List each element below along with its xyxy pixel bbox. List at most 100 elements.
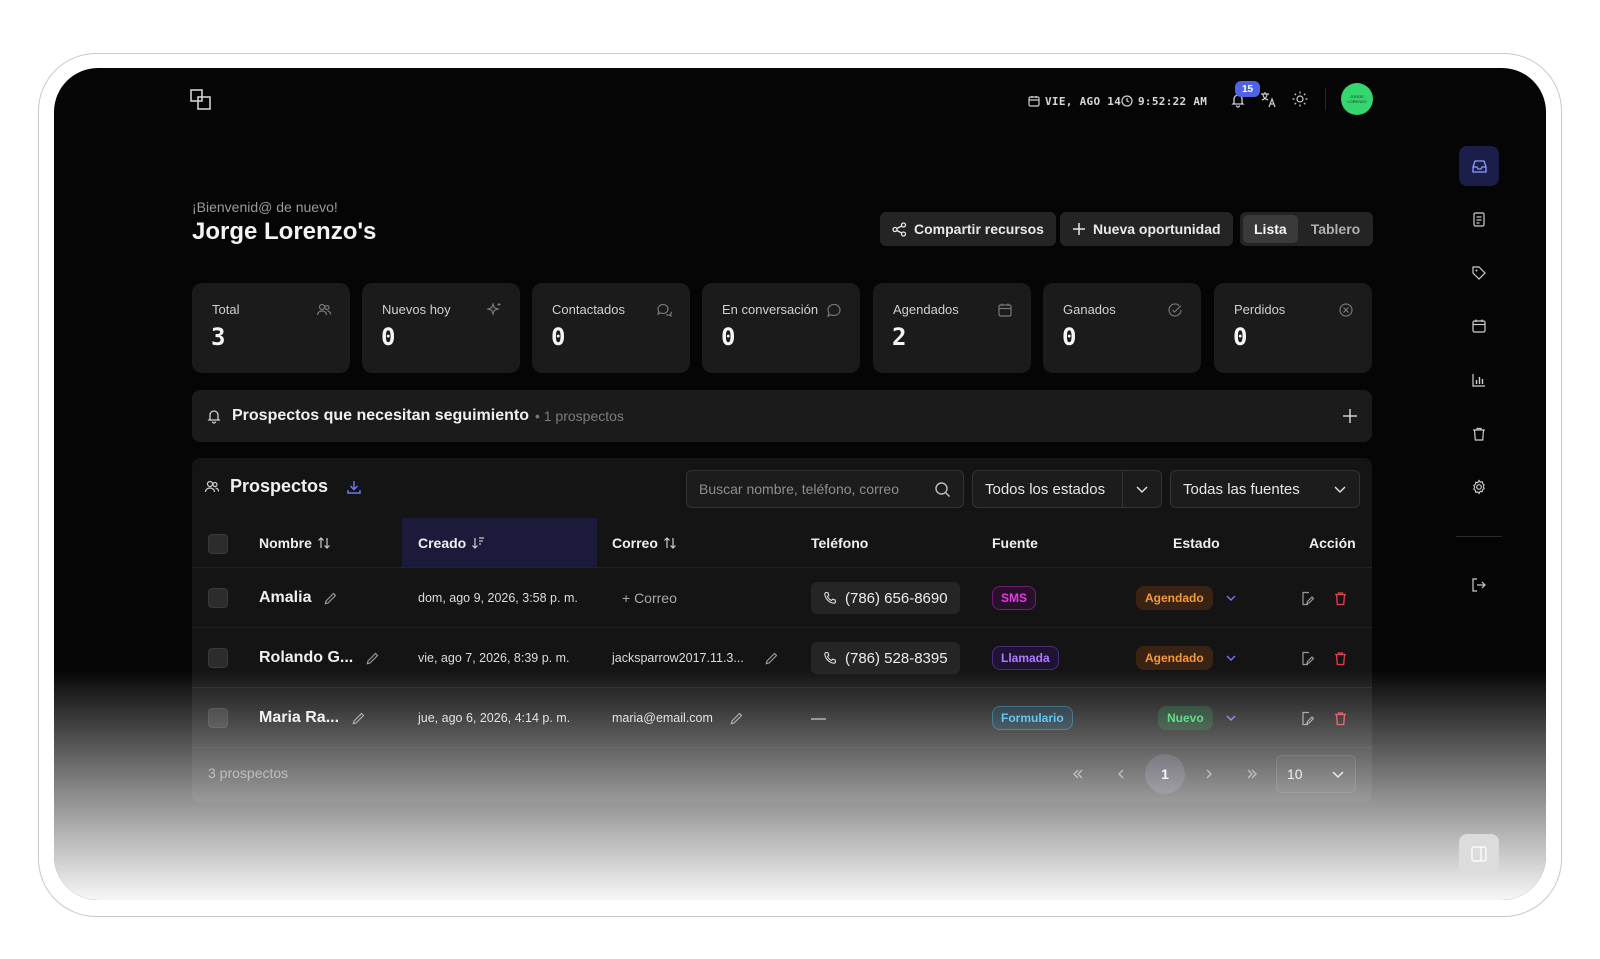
column-header-email[interactable]: Correo bbox=[612, 518, 677, 568]
new-opportunity-button[interactable]: Nueva oportunidad bbox=[1060, 212, 1233, 246]
table-row[interactable]: Maria Ra... jue, ago 6, 2026, 4:14 p. m.… bbox=[192, 687, 1372, 747]
page-size-select[interactable]: 10 bbox=[1276, 755, 1356, 793]
inbox-icon[interactable] bbox=[1459, 146, 1499, 186]
column-status-label: Estado bbox=[1173, 535, 1220, 551]
logout-icon[interactable] bbox=[1459, 565, 1499, 605]
stat-value: 0 bbox=[721, 323, 736, 351]
date-display: VIE, AGO 14 bbox=[1028, 90, 1121, 112]
select-all-checkbox[interactable] bbox=[208, 534, 228, 554]
view-list-button[interactable]: Lista bbox=[1243, 215, 1298, 243]
clipboard-icon[interactable] bbox=[1459, 199, 1499, 239]
app-screen: VIE, AGO 14 9:52:22 AM 15 JORGE LORENZO … bbox=[54, 68, 1546, 900]
add-email-link[interactable]: + Correo bbox=[622, 568, 677, 628]
row-checkbox[interactable] bbox=[208, 708, 228, 728]
created-date: jue, ago 6, 2026, 4:14 p. m. bbox=[418, 711, 571, 725]
users-icon bbox=[316, 302, 332, 323]
tag-icon[interactable] bbox=[1459, 253, 1499, 293]
view-board-button[interactable]: Tablero bbox=[1300, 215, 1372, 243]
prev-page-button[interactable] bbox=[1101, 754, 1141, 794]
stat-value: 3 bbox=[211, 323, 226, 351]
row-checkbox[interactable] bbox=[208, 648, 228, 668]
stat-value: 0 bbox=[551, 323, 566, 351]
chevron-down-icon bbox=[1331, 767, 1345, 781]
page-size-value: 10 bbox=[1287, 766, 1303, 782]
actions-cell bbox=[1300, 568, 1348, 628]
column-header-name[interactable]: Nombre bbox=[259, 518, 331, 568]
source-filter-value: Todas las fuentes bbox=[1183, 480, 1300, 498]
phone-icon bbox=[823, 651, 837, 665]
search-icon[interactable] bbox=[934, 481, 951, 498]
share-icon bbox=[892, 221, 907, 237]
next-page-button[interactable] bbox=[1189, 754, 1229, 794]
sort-icon bbox=[663, 536, 677, 550]
phone-button[interactable]: (786) 528-8395 bbox=[811, 642, 960, 674]
last-page-button[interactable] bbox=[1232, 754, 1272, 794]
share-resources-label: Compartir recursos bbox=[914, 221, 1044, 237]
phone-button[interactable]: (786) 656-8690 bbox=[811, 582, 960, 614]
status-filter-select[interactable]: Todos los estados bbox=[972, 470, 1162, 508]
trash-icon[interactable] bbox=[1333, 711, 1348, 726]
edit-note-icon[interactable] bbox=[1300, 591, 1315, 606]
stat-card-lost: Perdidos 0 bbox=[1214, 283, 1372, 373]
phone-number: (786) 656-8690 bbox=[845, 589, 948, 607]
chevron-down-icon[interactable] bbox=[1225, 712, 1237, 724]
sort-icon bbox=[317, 536, 331, 550]
edit-note-icon[interactable] bbox=[1300, 651, 1315, 666]
table-row[interactable]: Rolando G... vie, ago 7, 2026, 8:39 p. m… bbox=[192, 627, 1372, 687]
row-checkbox[interactable] bbox=[208, 588, 228, 608]
trash-can-icon[interactable] bbox=[1459, 414, 1499, 454]
trash-icon[interactable] bbox=[1333, 651, 1348, 666]
stat-value: 0 bbox=[1062, 323, 1077, 351]
bar-chart-icon[interactable] bbox=[1459, 360, 1499, 400]
x-circle-icon bbox=[1338, 302, 1354, 323]
app-logo-icon[interactable] bbox=[190, 89, 212, 111]
status-filter-value: Todos los estados bbox=[985, 480, 1106, 498]
edit-pencil-icon[interactable] bbox=[764, 651, 779, 666]
stat-card-scheduled: Agendados 2 bbox=[873, 283, 1031, 373]
source-filter-select[interactable]: Todas las fuentes bbox=[1170, 470, 1360, 508]
chevron-down-icon[interactable] bbox=[1225, 592, 1237, 604]
search-input[interactable] bbox=[699, 481, 929, 497]
view-toggle: Lista Tablero bbox=[1240, 212, 1373, 246]
stat-label: Perdidos bbox=[1234, 302, 1286, 317]
column-header-created[interactable]: Creado bbox=[418, 518, 485, 568]
translate-icon[interactable] bbox=[1260, 91, 1277, 113]
bell-outline-icon bbox=[206, 408, 222, 424]
current-page-button[interactable]: 1 bbox=[1145, 754, 1185, 794]
plus-icon bbox=[1072, 222, 1086, 236]
status-cell[interactable]: Nuevo bbox=[1158, 688, 1237, 748]
chat-bubbles-icon bbox=[656, 302, 673, 323]
actions-cell bbox=[1300, 628, 1348, 688]
theme-toggle-icon[interactable] bbox=[1292, 91, 1308, 112]
check-circle-icon bbox=[1167, 302, 1183, 323]
followup-bar[interactable]: Prospectos que necesitan seguimiento • 1… bbox=[192, 390, 1372, 442]
actions-cell bbox=[1300, 688, 1348, 748]
stat-label: Ganados bbox=[1063, 302, 1116, 317]
status-badge: Agendado bbox=[1136, 646, 1213, 670]
first-page-button[interactable] bbox=[1058, 754, 1098, 794]
followup-title: Prospectos que necesitan seguimiento bbox=[232, 407, 529, 424]
column-action-label: Acción bbox=[1309, 535, 1356, 551]
avatar[interactable]: JORGE LORENZO bbox=[1341, 83, 1373, 115]
share-resources-button[interactable]: Compartir recursos bbox=[880, 212, 1056, 246]
table-row[interactable]: Amalia dom, ago 9, 2026, 3:58 p. m. + Co… bbox=[192, 567, 1372, 627]
status-cell[interactable]: Agendado bbox=[1136, 568, 1237, 628]
status-cell[interactable]: Agendado bbox=[1136, 628, 1237, 688]
column-header-phone: Teléfono bbox=[811, 518, 868, 568]
edit-pencil-icon[interactable] bbox=[729, 711, 744, 726]
current-date: VIE, AGO 14 bbox=[1045, 94, 1122, 108]
download-icon[interactable] bbox=[346, 479, 362, 495]
edit-pencil-icon[interactable] bbox=[365, 651, 380, 666]
trash-icon[interactable] bbox=[1333, 591, 1348, 606]
expand-plus-icon[interactable] bbox=[1342, 408, 1358, 424]
column-email-label: Correo bbox=[612, 535, 658, 551]
sidebar-toggle-icon[interactable] bbox=[1459, 834, 1499, 874]
prospect-name: Maria Ra... bbox=[259, 688, 366, 748]
edit-pencil-icon[interactable] bbox=[351, 711, 366, 726]
prospects-title: Prospectos bbox=[230, 476, 329, 496]
calendar-icon[interactable] bbox=[1459, 306, 1499, 346]
edit-note-icon[interactable] bbox=[1300, 711, 1315, 726]
gear-icon[interactable] bbox=[1459, 467, 1499, 507]
edit-pencil-icon[interactable] bbox=[323, 591, 338, 606]
chevron-down-icon[interactable] bbox=[1225, 652, 1237, 664]
